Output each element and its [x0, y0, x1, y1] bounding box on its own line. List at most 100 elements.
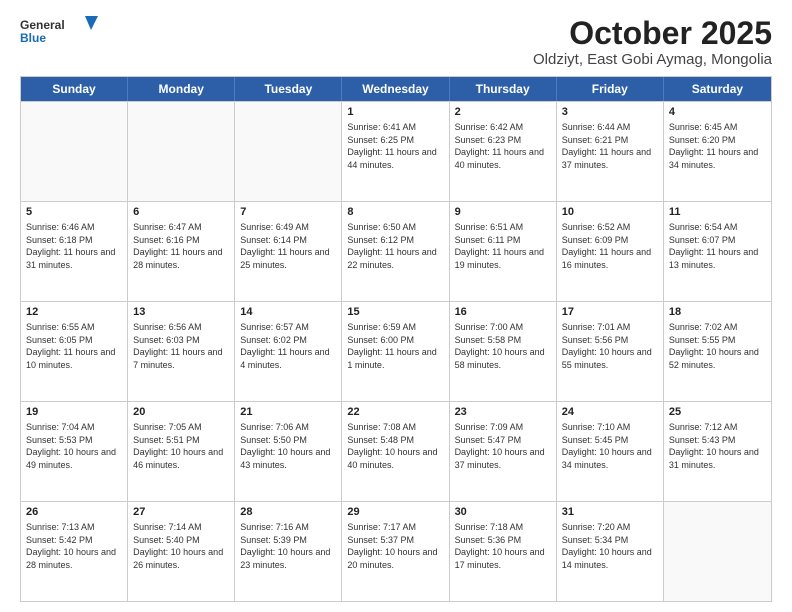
day-number: 5	[26, 205, 122, 220]
month-title: October 2025	[533, 16, 772, 51]
day-number: 25	[669, 405, 766, 420]
day-number: 11	[669, 205, 766, 220]
calendar-cell: 21Sunrise: 7:06 AMSunset: 5:50 PMDayligh…	[235, 402, 342, 501]
day-number: 17	[562, 305, 658, 320]
cell-info: Sunrise: 7:12 AMSunset: 5:43 PMDaylight:…	[669, 421, 766, 471]
cell-info: Sunrise: 7:09 AMSunset: 5:47 PMDaylight:…	[455, 421, 551, 471]
cell-info: Sunrise: 6:52 AMSunset: 6:09 PMDaylight:…	[562, 221, 658, 271]
cell-info: Sunrise: 7:04 AMSunset: 5:53 PMDaylight:…	[26, 421, 122, 471]
day-number: 27	[133, 505, 229, 520]
day-number: 7	[240, 205, 336, 220]
calendar-row-0: 1Sunrise: 6:41 AMSunset: 6:25 PMDaylight…	[21, 101, 771, 201]
header-day-saturday: Saturday	[664, 77, 771, 101]
cell-info: Sunrise: 6:55 AMSunset: 6:05 PMDaylight:…	[26, 321, 122, 371]
calendar-cell: 31Sunrise: 7:20 AMSunset: 5:34 PMDayligh…	[557, 502, 664, 601]
page-header: General Blue October 2025 Oldziyt, East …	[20, 16, 772, 68]
calendar-cell: 19Sunrise: 7:04 AMSunset: 5:53 PMDayligh…	[21, 402, 128, 501]
header-day-sunday: Sunday	[21, 77, 128, 101]
day-number: 9	[455, 205, 551, 220]
calendar-cell	[664, 502, 771, 601]
cell-info: Sunrise: 6:49 AMSunset: 6:14 PMDaylight:…	[240, 221, 336, 271]
calendar-row-2: 12Sunrise: 6:55 AMSunset: 6:05 PMDayligh…	[21, 301, 771, 401]
calendar-cell	[235, 102, 342, 201]
calendar-cell: 17Sunrise: 7:01 AMSunset: 5:56 PMDayligh…	[557, 302, 664, 401]
calendar-cell: 20Sunrise: 7:05 AMSunset: 5:51 PMDayligh…	[128, 402, 235, 501]
calendar-cell: 12Sunrise: 6:55 AMSunset: 6:05 PMDayligh…	[21, 302, 128, 401]
day-number: 30	[455, 505, 551, 520]
day-number: 6	[133, 205, 229, 220]
calendar-cell: 13Sunrise: 6:56 AMSunset: 6:03 PMDayligh…	[128, 302, 235, 401]
calendar-cell: 16Sunrise: 7:00 AMSunset: 5:58 PMDayligh…	[450, 302, 557, 401]
calendar-cell: 27Sunrise: 7:14 AMSunset: 5:40 PMDayligh…	[128, 502, 235, 601]
cell-info: Sunrise: 7:00 AMSunset: 5:58 PMDaylight:…	[455, 321, 551, 371]
cell-info: Sunrise: 7:14 AMSunset: 5:40 PMDaylight:…	[133, 521, 229, 571]
day-number: 19	[26, 405, 122, 420]
calendar-cell: 18Sunrise: 7:02 AMSunset: 5:55 PMDayligh…	[664, 302, 771, 401]
calendar-cell: 22Sunrise: 7:08 AMSunset: 5:48 PMDayligh…	[342, 402, 449, 501]
cell-info: Sunrise: 7:13 AMSunset: 5:42 PMDaylight:…	[26, 521, 122, 571]
header-day-monday: Monday	[128, 77, 235, 101]
day-number: 10	[562, 205, 658, 220]
cell-info: Sunrise: 6:41 AMSunset: 6:25 PMDaylight:…	[347, 121, 443, 171]
svg-text:General: General	[20, 18, 65, 32]
cell-info: Sunrise: 7:08 AMSunset: 5:48 PMDaylight:…	[347, 421, 443, 471]
location-subtitle: Oldziyt, East Gobi Aymag, Mongolia	[533, 51, 772, 68]
calendar-row-4: 26Sunrise: 7:13 AMSunset: 5:42 PMDayligh…	[21, 501, 771, 601]
title-block: October 2025 Oldziyt, East Gobi Aymag, M…	[533, 16, 772, 68]
day-number: 3	[562, 105, 658, 120]
calendar-cell: 15Sunrise: 6:59 AMSunset: 6:00 PMDayligh…	[342, 302, 449, 401]
cell-info: Sunrise: 7:16 AMSunset: 5:39 PMDaylight:…	[240, 521, 336, 571]
day-number: 8	[347, 205, 443, 220]
calendar-row-1: 5Sunrise: 6:46 AMSunset: 6:18 PMDaylight…	[21, 201, 771, 301]
calendar-cell: 1Sunrise: 6:41 AMSunset: 6:25 PMDaylight…	[342, 102, 449, 201]
logo-icon: General Blue	[20, 16, 100, 46]
cell-info: Sunrise: 6:45 AMSunset: 6:20 PMDaylight:…	[669, 121, 766, 171]
cell-info: Sunrise: 6:56 AMSunset: 6:03 PMDaylight:…	[133, 321, 229, 371]
day-number: 14	[240, 305, 336, 320]
cell-info: Sunrise: 7:10 AMSunset: 5:45 PMDaylight:…	[562, 421, 658, 471]
day-number: 1	[347, 105, 443, 120]
calendar-cell: 3Sunrise: 6:44 AMSunset: 6:21 PMDaylight…	[557, 102, 664, 201]
cell-info: Sunrise: 7:06 AMSunset: 5:50 PMDaylight:…	[240, 421, 336, 471]
header-day-friday: Friday	[557, 77, 664, 101]
cell-info: Sunrise: 7:17 AMSunset: 5:37 PMDaylight:…	[347, 521, 443, 571]
cell-info: Sunrise: 7:02 AMSunset: 5:55 PMDaylight:…	[669, 321, 766, 371]
calendar-row-3: 19Sunrise: 7:04 AMSunset: 5:53 PMDayligh…	[21, 401, 771, 501]
calendar-header: SundayMondayTuesdayWednesdayThursdayFrid…	[21, 77, 771, 101]
calendar-cell: 10Sunrise: 6:52 AMSunset: 6:09 PMDayligh…	[557, 202, 664, 301]
day-number: 2	[455, 105, 551, 120]
calendar-cell: 5Sunrise: 6:46 AMSunset: 6:18 PMDaylight…	[21, 202, 128, 301]
cell-info: Sunrise: 7:20 AMSunset: 5:34 PMDaylight:…	[562, 521, 658, 571]
day-number: 21	[240, 405, 336, 420]
day-number: 18	[669, 305, 766, 320]
day-number: 23	[455, 405, 551, 420]
day-number: 16	[455, 305, 551, 320]
calendar-cell	[21, 102, 128, 201]
calendar-cell: 8Sunrise: 6:50 AMSunset: 6:12 PMDaylight…	[342, 202, 449, 301]
header-day-thursday: Thursday	[450, 77, 557, 101]
cell-info: Sunrise: 6:50 AMSunset: 6:12 PMDaylight:…	[347, 221, 443, 271]
day-number: 22	[347, 405, 443, 420]
cell-info: Sunrise: 6:54 AMSunset: 6:07 PMDaylight:…	[669, 221, 766, 271]
cell-info: Sunrise: 6:44 AMSunset: 6:21 PMDaylight:…	[562, 121, 658, 171]
day-number: 28	[240, 505, 336, 520]
cell-info: Sunrise: 7:18 AMSunset: 5:36 PMDaylight:…	[455, 521, 551, 571]
calendar-body: 1Sunrise: 6:41 AMSunset: 6:25 PMDaylight…	[21, 101, 771, 601]
calendar-cell: 7Sunrise: 6:49 AMSunset: 6:14 PMDaylight…	[235, 202, 342, 301]
header-day-wednesday: Wednesday	[342, 77, 449, 101]
cell-info: Sunrise: 6:59 AMSunset: 6:00 PMDaylight:…	[347, 321, 443, 371]
cell-info: Sunrise: 6:51 AMSunset: 6:11 PMDaylight:…	[455, 221, 551, 271]
calendar-cell: 23Sunrise: 7:09 AMSunset: 5:47 PMDayligh…	[450, 402, 557, 501]
calendar-cell: 29Sunrise: 7:17 AMSunset: 5:37 PMDayligh…	[342, 502, 449, 601]
cell-info: Sunrise: 7:01 AMSunset: 5:56 PMDaylight:…	[562, 321, 658, 371]
calendar-cell: 26Sunrise: 7:13 AMSunset: 5:42 PMDayligh…	[21, 502, 128, 601]
calendar-cell: 9Sunrise: 6:51 AMSunset: 6:11 PMDaylight…	[450, 202, 557, 301]
day-number: 15	[347, 305, 443, 320]
logo: General Blue	[20, 16, 100, 46]
svg-text:Blue: Blue	[20, 31, 46, 45]
day-number: 12	[26, 305, 122, 320]
cell-info: Sunrise: 6:46 AMSunset: 6:18 PMDaylight:…	[26, 221, 122, 271]
calendar-cell: 2Sunrise: 6:42 AMSunset: 6:23 PMDaylight…	[450, 102, 557, 201]
calendar-cell: 11Sunrise: 6:54 AMSunset: 6:07 PMDayligh…	[664, 202, 771, 301]
header-day-tuesday: Tuesday	[235, 77, 342, 101]
